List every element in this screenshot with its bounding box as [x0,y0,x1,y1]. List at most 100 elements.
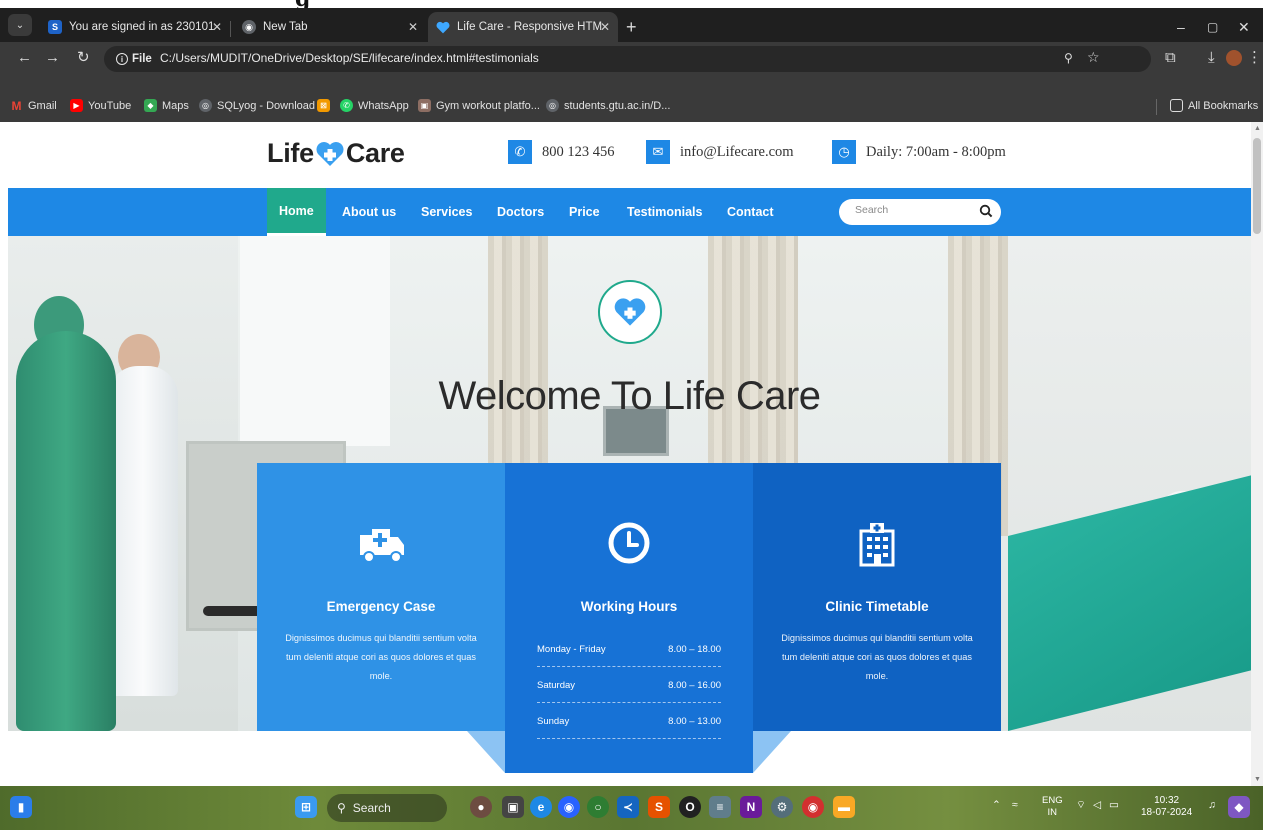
sublime-icon[interactable]: S [648,796,670,818]
wifi-icon[interactable]: ⌔ [1076,799,1086,811]
close-icon[interactable]: ✕ [600,20,610,34]
page-scrollbar[interactable]: ▲ ▼ [1251,122,1263,786]
profile-avatar[interactable] [1226,50,1242,66]
scroll-down-icon[interactable]: ▼ [1254,776,1261,783]
bookmark-label: YouTube [88,99,132,112]
window-close-icon[interactable]: ✕ [1238,20,1250,34]
copilot-tray-icon[interactable]: ◆ [1228,796,1250,818]
forward-arrow-icon[interactable]: → [45,50,60,66]
minimize-icon[interactable]: – [1177,20,1185,34]
close-icon[interactable]: ✕ [212,20,222,34]
card-title: Emergency Case [326,599,436,614]
tray-network-icon[interactable]: ≈ [1012,799,1018,811]
settings-gear-icon[interactable]: ⚙ [771,796,793,818]
search-input[interactable] [855,204,965,216]
volume-icon[interactable]: ◁ [1093,799,1101,811]
cut-off-heading: g [295,0,310,8]
chrome-taskbar-icon[interactable]: ◉ [802,796,824,818]
file-label: File [132,53,152,65]
globe-icon: ◎ [546,99,559,112]
bookmark-maps[interactable]: ◆ Maps [144,99,189,112]
bookmark-sqlyog[interactable]: ◎ SQLyog - Download [199,99,315,112]
bookmarks-bar: M Gmail ▶ YouTube ◆ Maps ◎ SQLyog - Down… [0,94,1263,122]
card-text: Dignissimos ducimus qui blanditii sentiu… [781,633,973,681]
bookmark-star-icon[interactable]: ☆ [1087,49,1100,66]
hero-heart-badge [598,280,662,344]
heart-icon [436,20,450,34]
tab-signed-in[interactable]: S You are signed in as 230101016 ✕ [40,12,230,42]
address-bar[interactable]: i File C:/Users/MUDIT/OneDrive/Desktop/S… [104,46,1151,72]
taskbar-time: 10:32 [1154,795,1180,806]
windows-start-icon[interactable]: ⊞ [295,796,317,818]
app-ring-icon[interactable]: ○ [587,796,609,818]
edge-browser-icon[interactable]: e [530,796,552,818]
language-indicator[interactable]: ENG IN [1042,795,1063,819]
back-arrow-icon[interactable]: ← [17,50,32,66]
zoom-icon[interactable]: ⚲ [1064,51,1073,65]
gmail-icon: M [11,98,22,113]
clock-date[interactable]: 10:32 18-07-2024 [1141,795,1192,819]
info-icon: i [116,53,128,65]
windows-taskbar: ▮ ⊞ ⚲ Search ● ▣ e ◉ ○ ≺ S O ≡ N ⚙ ◉ ▬ ⌃… [0,786,1263,830]
bookmark-gmail[interactable]: M Gmail [10,98,57,113]
scrollbar-thumb[interactable] [1253,138,1261,234]
bookmark-gtu[interactable]: ◎ students.gtu.ac.in/D... [546,99,670,112]
nav-services[interactable]: Services [421,188,472,236]
widgets-icon[interactable]: ▮ [10,796,32,818]
contact-hours: ◷ Daily: 7:00am - 8:00pm [832,140,1006,164]
folder-icon [1170,99,1183,112]
nav-about-us[interactable]: About us [342,188,396,236]
site-logo[interactable]: Life Care [267,138,405,169]
hours-day: Monday - Friday [537,644,606,655]
search-icon[interactable] [979,204,993,218]
restore-icon[interactable]: ▢ [1207,20,1218,34]
tab-search-icon[interactable]: ⌄ [8,14,32,36]
email-address: info@Lifecare.com [680,143,794,160]
tab-title: Life Care - Responsive HTML5 F [457,21,603,33]
nav-home[interactable]: Home [267,188,326,236]
app-o-icon[interactable]: O [679,796,701,818]
tab-separator [230,21,231,37]
taskbar-search[interactable]: ⚲ Search [327,794,447,822]
database-icon[interactable]: ≡ [709,796,731,818]
lang-bottom: IN [1047,807,1058,818]
extensions-icon[interactable]: ⧉ [1165,50,1176,66]
hours-day: Sunday [537,716,570,727]
phone-number: 800 123 456 [542,143,615,160]
site-search[interactable] [839,199,1001,225]
hours-time: 8.00 – 16.00 [668,680,721,691]
visual-studio-icon[interactable]: N [740,796,762,818]
notification-bell-icon[interactable]: ♫ [1208,799,1216,811]
copilot-icon[interactable]: ● [470,796,492,818]
file-explorer-icon[interactable]: ▬ [833,796,855,818]
scroll-up-icon[interactable]: ▲ [1254,125,1261,132]
task-view-icon[interactable]: ▣ [502,796,524,818]
globe-icon: ◎ [199,99,212,112]
bookmark-label: All Bookmarks [1188,99,1259,112]
tab-life-care[interactable]: Life Care - Responsive HTML5 F ✕ [428,12,618,42]
bookmark-gym[interactable]: ▣ Gym workout platfo... [418,99,540,112]
new-tab-button[interactable]: + [626,18,637,36]
tray-chevron-icon[interactable]: ⌃ [992,799,1001,811]
bookmark-unnamed[interactable]: ⊠ [317,99,335,112]
menu-kebab-icon[interactable]: ⋮ [1247,50,1262,66]
battery-icon[interactable]: ▭ [1109,799,1119,811]
chrome-app-icon[interactable]: ◉ [558,796,580,818]
card-corner-decoration [753,731,791,773]
reload-icon[interactable]: ↻ [77,50,90,66]
hours-list: Monday - Friday 8.00 – 18.00 Saturday 8.… [537,631,721,739]
all-bookmarks[interactable]: All Bookmarks [1170,99,1258,112]
nav-price[interactable]: Price [569,188,600,236]
nav-doctors[interactable]: Doctors [497,188,544,236]
bookmark-whatsapp[interactable]: ✆ WhatsApp [340,99,409,112]
nav-testimonials[interactable]: Testimonials [627,188,702,236]
url-text[interactable]: C:/Users/MUDIT/OneDrive/Desktop/SE/lifec… [160,51,539,65]
download-icon[interactable]: ⤓ [1208,50,1215,66]
close-icon[interactable]: ✕ [408,20,418,34]
bookmark-youtube[interactable]: ▶ YouTube [70,99,131,112]
card-title: Clinic Timetable [825,599,929,614]
nav-contact[interactable]: Contact [727,188,774,236]
site-info-chip[interactable]: i File [112,50,158,68]
vscode-icon[interactable]: ≺ [617,796,639,818]
tab-new-tab[interactable]: ◉ New Tab ✕ [234,12,426,42]
